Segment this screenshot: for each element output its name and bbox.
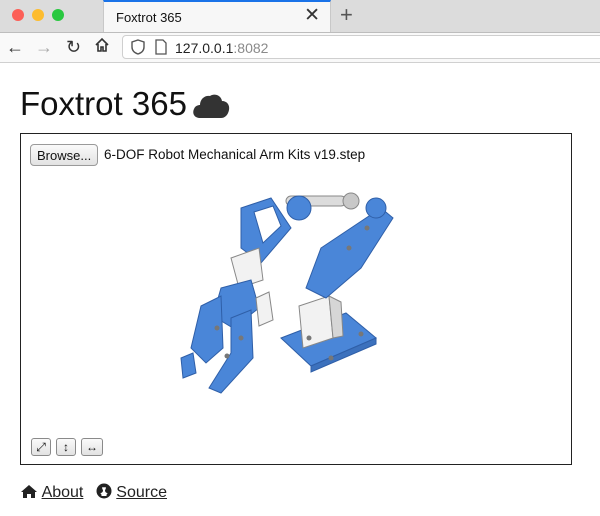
horizontal-view-button[interactable]: ↔ [81,438,103,456]
file-name: 6-DOF Robot Mechanical Arm Kits v19.step [104,147,366,162]
browser-titlebar: Foxtrot 365 ✕ + [0,0,600,33]
browse-button[interactable]: Browse... [30,144,99,166]
about-link[interactable]: About [42,484,84,501]
browser-navbar: ← → ↻ 127.0.0.1:8082 [0,33,600,63]
vertical-view-button[interactable]: ↕ [56,438,76,456]
cloud-icon [191,88,231,128]
zoom-window-button[interactable] [52,9,64,21]
home-icon[interactable] [94,37,110,57]
arrows-vertical-icon: ↕ [63,440,69,454]
page-title: Foxtrot 365 [20,84,231,128]
arrows-horizontal-icon: ↔ [86,440,98,454]
url-host: 127.0.0.1 [175,40,234,56]
expand-diagonal-icon: ⤢ [36,440,46,454]
tab-title: Foxtrot 365 [116,10,182,25]
model-viewer[interactable]: Browse... 6-DOF Robot Mechanical Arm Kit… [20,133,572,465]
page-title-text: Foxtrot 365 [20,85,187,122]
reload-icon[interactable]: ↻ [66,37,81,57]
url-bar[interactable]: 127.0.0.1:8082 [122,35,600,59]
fit-view-button[interactable]: ⤢ [31,438,51,456]
close-window-button[interactable] [12,9,24,21]
new-tab-icon[interactable]: + [340,3,353,27]
page-icon [155,39,167,60]
browser-tab[interactable]: Foxtrot 365 ✕ [103,0,331,32]
forward-icon[interactable]: → [35,37,53,57]
footer-links: About Source [20,483,167,502]
robot-arm-model[interactable] [161,188,421,418]
github-icon [96,483,116,501]
shield-icon[interactable] [131,39,145,60]
home-icon [20,484,42,501]
minimize-window-button[interactable] [32,9,44,21]
url-text[interactable]: 127.0.0.1:8082 [175,40,268,56]
source-link[interactable]: Source [116,484,167,501]
tab-close-icon[interactable]: ✕ [304,6,320,26]
back-icon[interactable]: ← [6,37,24,57]
url-port: :8082 [233,40,269,56]
